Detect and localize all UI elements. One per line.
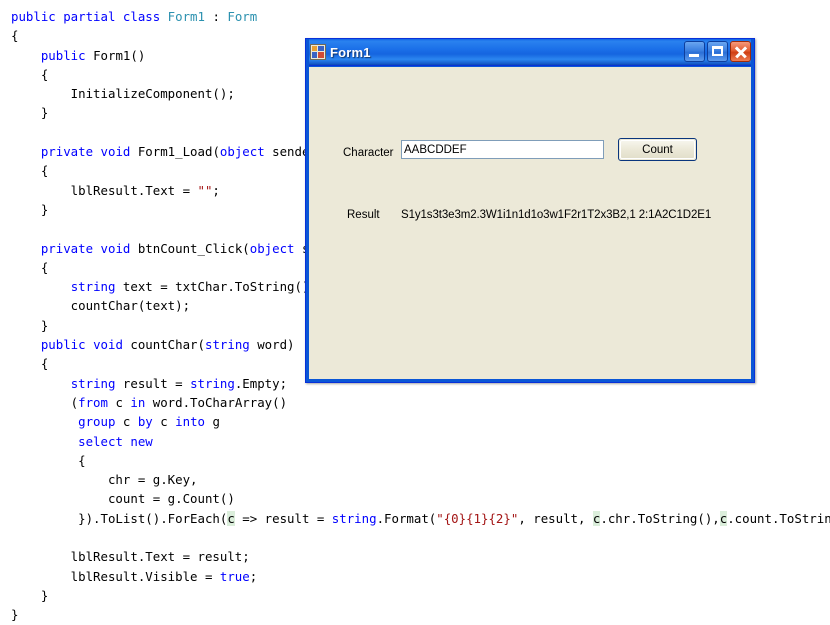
- code-token: Form1: [167, 9, 205, 24]
- code-token: Form1(): [93, 47, 146, 63]
- code-token: c: [152, 414, 176, 430]
- code-token: {: [11, 163, 49, 179]
- code-token: select: [78, 433, 123, 449]
- code-token: into: [175, 414, 205, 430]
- code-token: partial: [63, 9, 123, 24]
- code-token: .count.ToString());: [727, 510, 830, 526]
- code-token: chr = g.Key,: [11, 472, 198, 488]
- code-token: countChar(: [130, 337, 205, 353]
- code-token: string: [70, 279, 116, 295]
- code-token: text = txtChar.ToString();: [115, 279, 317, 295]
- code-token: .Empty;: [234, 375, 288, 391]
- code-token: countChar(text);: [11, 298, 191, 314]
- code-token: lblResult.Visible =: [11, 568, 220, 584]
- form1-window[interactable]: Form1 Character Count Result S1y1s3t3e3m…: [305, 38, 755, 383]
- code-token: }: [11, 201, 49, 217]
- code-token: class: [122, 9, 168, 24]
- code-token: "{0}{1}{2}": [436, 510, 519, 526]
- code-token: result =: [115, 375, 191, 391]
- code-token: }: [11, 587, 49, 603]
- code-token: object: [219, 144, 265, 160]
- code-token: private: [40, 240, 101, 256]
- code-token: btnCount_Click(: [137, 240, 250, 256]
- window-frame: [306, 39, 754, 382]
- code-token: ;: [212, 182, 220, 198]
- code-token: lblResult.Text = result;: [11, 549, 250, 565]
- code-token: void: [93, 337, 131, 353]
- code-token: :: [204, 9, 228, 24]
- code-token: string: [331, 510, 377, 526]
- code-token: word): [249, 337, 295, 353]
- code-token: string: [204, 337, 250, 353]
- code-token: c: [115, 414, 138, 430]
- code-token: new: [130, 433, 153, 449]
- code-line: }: [11, 605, 830, 624]
- code-token: , result,: [518, 510, 593, 526]
- code-line: lblResult.Text = result;: [11, 547, 830, 566]
- code-token: private: [40, 144, 101, 160]
- code-token: c: [107, 394, 131, 410]
- code-token: {: [11, 28, 19, 44]
- code-token: ;: [249, 568, 258, 584]
- code-token: true: [219, 568, 250, 584]
- code-token: g: [205, 414, 220, 430]
- code-line: group c by c into g: [11, 412, 830, 431]
- code-token: by: [137, 414, 153, 430]
- code-line: {: [11, 451, 830, 470]
- code-line: select new: [11, 432, 830, 451]
- code-token: c: [227, 510, 235, 526]
- code-line: }).ToList().ForEach(c => result = string…: [11, 509, 830, 528]
- code-token: lblResult.Text =: [11, 182, 198, 198]
- code-token: void: [100, 240, 138, 256]
- code-token: Form1_Load(: [137, 144, 220, 160]
- code-token: public: [11, 9, 64, 24]
- code-token: (: [11, 394, 79, 410]
- code-token: }).ToList().ForEach(: [11, 510, 228, 526]
- code-token: {: [11, 452, 86, 468]
- code-token: from: [78, 394, 108, 410]
- code-token: {: [11, 356, 49, 372]
- code-token: word.ToCharArray(): [145, 394, 288, 410]
- code-token: string: [70, 375, 116, 391]
- code-line: (from c in word.ToCharArray(): [11, 393, 830, 412]
- code-token: "": [197, 182, 213, 198]
- code-token: InitializeComponent();: [11, 86, 235, 102]
- code-token: {: [11, 66, 49, 82]
- code-token: }: [11, 607, 19, 623]
- code-token: public: [40, 337, 94, 353]
- code-token: }: [11, 317, 49, 333]
- code-token: count = g.Count(): [11, 491, 235, 507]
- code-token: string: [190, 375, 235, 391]
- code-token: {: [11, 259, 49, 275]
- code-token: group: [78, 414, 116, 430]
- code-token: public: [40, 47, 94, 63]
- code-token: void: [100, 144, 138, 160]
- code-token: Form: [227, 9, 258, 24]
- code-token: => result =: [234, 510, 332, 526]
- code-line: public partial class Form1 : Form: [11, 7, 830, 26]
- code-line: lblResult.Visible = true;: [11, 567, 830, 586]
- code-line: chr = g.Key,: [11, 470, 830, 489]
- code-line: count = g.Count(): [11, 489, 830, 508]
- code-line: }: [11, 586, 830, 605]
- code-token: }: [11, 105, 49, 121]
- code-token: .Format(: [376, 510, 437, 526]
- code-token: in: [130, 394, 146, 410]
- code-token: object: [249, 240, 295, 256]
- code-token: .chr.ToString(),: [600, 510, 720, 526]
